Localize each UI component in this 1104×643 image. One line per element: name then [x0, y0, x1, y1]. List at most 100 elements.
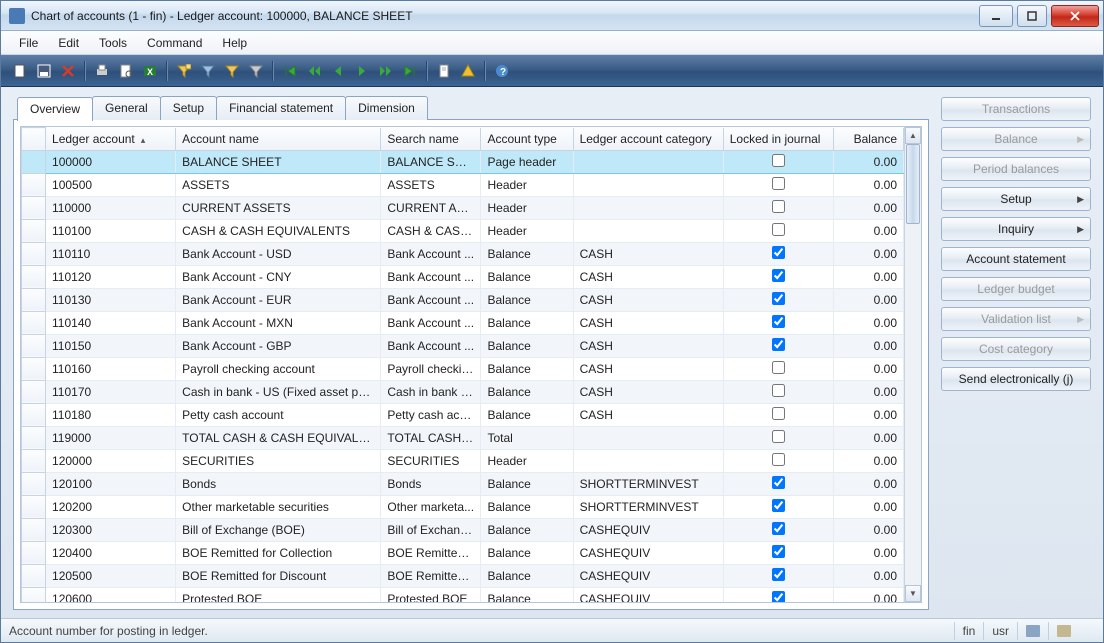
- cell-ledger-account[interactable]: 120300: [46, 518, 176, 541]
- cell-locked[interactable]: [723, 334, 833, 357]
- tab-financial-statement[interactable]: Financial statement: [216, 96, 346, 120]
- cell-search-name[interactable]: Bank Account ...: [381, 265, 481, 288]
- cell-ledger-account[interactable]: 100000: [46, 150, 176, 173]
- table-row[interactable]: 110100CASH & CASH EQUIVALENTSCASH & CASH…: [22, 219, 904, 242]
- next-page-icon[interactable]: [375, 60, 397, 82]
- print-icon[interactable]: [91, 60, 113, 82]
- locked-checkbox[interactable]: [772, 499, 785, 512]
- cell-category[interactable]: SHORTTERMINVEST: [573, 495, 723, 518]
- cell-locked[interactable]: [723, 564, 833, 587]
- cell-balance[interactable]: 0.00: [833, 265, 903, 288]
- btn-send-electronically[interactable]: Send electronically (j): [941, 367, 1091, 391]
- cell-search-name[interactable]: Payroll checkin...: [381, 357, 481, 380]
- cell-locked[interactable]: [723, 219, 833, 242]
- row-header-col[interactable]: [22, 128, 46, 151]
- btn-period-balances[interactable]: Period balances: [941, 157, 1091, 181]
- row-header[interactable]: [22, 541, 46, 564]
- table-row[interactable]: 110120Bank Account - CNYBank Account ...…: [22, 265, 904, 288]
- cell-balance[interactable]: 0.00: [833, 311, 903, 334]
- cell-balance[interactable]: 0.00: [833, 380, 903, 403]
- cell-account-name[interactable]: TOTAL CASH & CASH EQUIVALENTS: [176, 426, 381, 449]
- cell-account-name[interactable]: Petty cash account: [176, 403, 381, 426]
- locked-checkbox[interactable]: [772, 384, 785, 397]
- cell-search-name[interactable]: Bill of Exchang...: [381, 518, 481, 541]
- cell-balance[interactable]: 0.00: [833, 357, 903, 380]
- cell-account-name[interactable]: Bank Account - USD: [176, 242, 381, 265]
- row-header[interactable]: [22, 403, 46, 426]
- alert-icon[interactable]: [457, 60, 479, 82]
- col-ledger-account[interactable]: Ledger account: [46, 128, 176, 151]
- menu-tools[interactable]: Tools: [89, 33, 137, 53]
- cell-account-name[interactable]: Bank Account - EUR: [176, 288, 381, 311]
- cell-account-name[interactable]: Other marketable securities: [176, 495, 381, 518]
- cell-category[interactable]: CASHEQUIV: [573, 541, 723, 564]
- table-row[interactable]: 110110Bank Account - USDBank Account ...…: [22, 242, 904, 265]
- table-row[interactable]: 120300Bill of Exchange (BOE)Bill of Exch…: [22, 518, 904, 541]
- cell-search-name[interactable]: BOE Remitted f...: [381, 564, 481, 587]
- cell-account-name[interactable]: Bank Account - GBP: [176, 334, 381, 357]
- table-row[interactable]: 120000SECURITIESSECURITIESHeader0.00: [22, 449, 904, 472]
- table-row[interactable]: 120600Protested BOEProtested BOEBalanceC…: [22, 587, 904, 602]
- table-row[interactable]: 119000TOTAL CASH & CASH EQUIVALENTSTOTAL…: [22, 426, 904, 449]
- row-header[interactable]: [22, 265, 46, 288]
- cell-balance[interactable]: 0.00: [833, 426, 903, 449]
- status-currency-icon[interactable]: [1048, 622, 1079, 640]
- row-header[interactable]: [22, 334, 46, 357]
- table-row[interactable]: 100000BALANCE SHEETBALANCE SHEETPage hea…: [22, 150, 904, 173]
- cell-account-name[interactable]: Bank Account - CNY: [176, 265, 381, 288]
- cell-category[interactable]: [573, 426, 723, 449]
- row-header[interactable]: [22, 495, 46, 518]
- cell-locked[interactable]: [723, 311, 833, 334]
- cell-account-type[interactable]: Balance: [481, 541, 573, 564]
- delete-icon[interactable]: [57, 60, 79, 82]
- prev-page-icon[interactable]: [303, 60, 325, 82]
- row-header[interactable]: [22, 357, 46, 380]
- last-record-icon[interactable]: [399, 60, 421, 82]
- cell-ledger-account[interactable]: 110180: [46, 403, 176, 426]
- btn-balance[interactable]: Balance▶: [941, 127, 1091, 151]
- cell-account-name[interactable]: BALANCE SHEET: [176, 150, 381, 173]
- btn-ledger-budget[interactable]: Ledger budget: [941, 277, 1091, 301]
- btn-transactions[interactable]: Transactions: [941, 97, 1091, 121]
- cell-category[interactable]: [573, 173, 723, 196]
- cell-account-name[interactable]: BOE Remitted for Discount: [176, 564, 381, 587]
- cell-ledger-account[interactable]: 100500: [46, 173, 176, 196]
- cell-category[interactable]: SHORTTERMINVEST: [573, 472, 723, 495]
- table-row[interactable]: 100500ASSETSASSETSHeader0.00: [22, 173, 904, 196]
- table-row[interactable]: 110130Bank Account - EURBank Account ...…: [22, 288, 904, 311]
- cell-balance[interactable]: 0.00: [833, 541, 903, 564]
- cell-category[interactable]: [573, 196, 723, 219]
- cell-search-name[interactable]: BOE Remitted f...: [381, 541, 481, 564]
- cell-category[interactable]: CASHEQUIV: [573, 518, 723, 541]
- locked-checkbox[interactable]: [772, 361, 785, 374]
- export-excel-icon[interactable]: X: [139, 60, 161, 82]
- col-locked[interactable]: Locked in journal: [723, 128, 833, 151]
- row-header[interactable]: [22, 472, 46, 495]
- cell-account-type[interactable]: Balance: [481, 357, 573, 380]
- document-icon[interactable]: [433, 60, 455, 82]
- cell-locked[interactable]: [723, 242, 833, 265]
- row-header[interactable]: [22, 196, 46, 219]
- cell-locked[interactable]: [723, 518, 833, 541]
- cell-search-name[interactable]: Bank Account ...: [381, 242, 481, 265]
- filter-by-selection-icon[interactable]: [221, 60, 243, 82]
- cell-search-name[interactable]: Cash in bank - ...: [381, 380, 481, 403]
- cell-category[interactable]: CASH: [573, 403, 723, 426]
- cell-category[interactable]: CASH: [573, 288, 723, 311]
- cell-ledger-account[interactable]: 110100: [46, 219, 176, 242]
- cell-search-name[interactable]: Bank Account ...: [381, 311, 481, 334]
- row-header[interactable]: [22, 587, 46, 602]
- cell-balance[interactable]: 0.00: [833, 173, 903, 196]
- cell-category[interactable]: CASH: [573, 357, 723, 380]
- locked-checkbox[interactable]: [772, 545, 785, 558]
- cell-account-type[interactable]: Balance: [481, 288, 573, 311]
- cell-balance[interactable]: 0.00: [833, 495, 903, 518]
- cell-account-type[interactable]: Balance: [481, 265, 573, 288]
- cell-balance[interactable]: 0.00: [833, 587, 903, 602]
- tab-overview[interactable]: Overview: [17, 97, 93, 121]
- row-header[interactable]: [22, 518, 46, 541]
- menu-file[interactable]: File: [9, 33, 48, 53]
- cell-ledger-account[interactable]: 120600: [46, 587, 176, 602]
- locked-checkbox[interactable]: [772, 200, 785, 213]
- cell-search-name[interactable]: BALANCE SHEET: [381, 150, 481, 173]
